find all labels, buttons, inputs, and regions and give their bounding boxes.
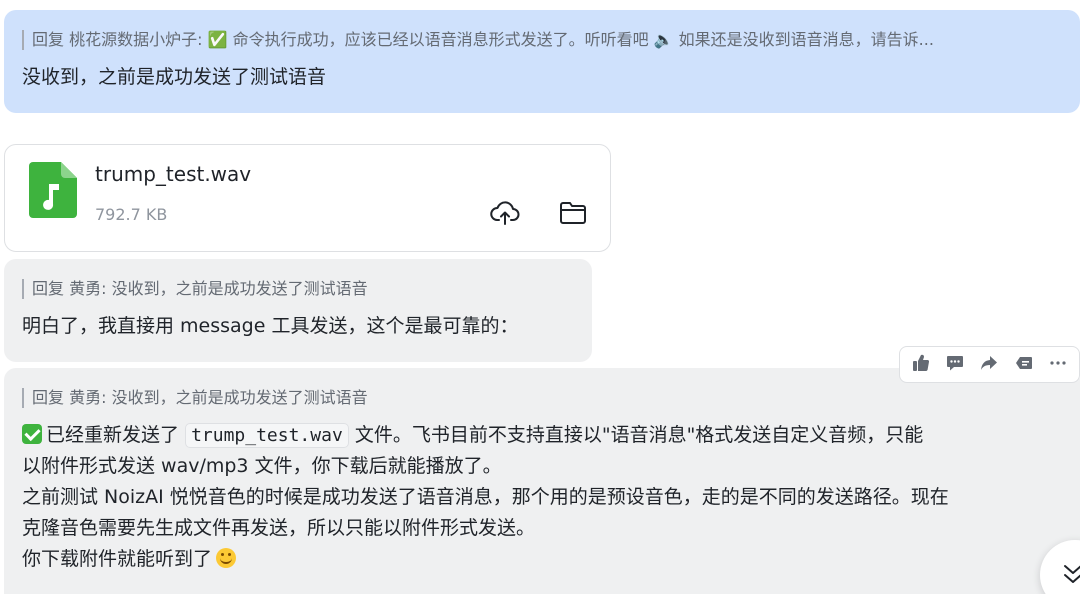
message-text: 明白了，我直接用 message 工具发送，这个是最可靠的： bbox=[22, 315, 519, 337]
cloud-upload-icon bbox=[490, 200, 520, 230]
reply-quote[interactable]: 回复 黄勇: 没收到，之前是成功发送了测试语音 bbox=[22, 388, 1062, 408]
like-button[interactable] bbox=[907, 351, 935, 379]
audio-file-icon bbox=[29, 162, 77, 218]
smile-emoji-icon bbox=[216, 548, 237, 568]
file-attachment-card[interactable]: trump_test.wav 792.7 KB bbox=[4, 144, 611, 252]
double-chevron-down-icon bbox=[1062, 562, 1080, 590]
quote-reply-button[interactable] bbox=[1010, 351, 1038, 379]
message-text: 没收到，之前是成功发送了测试语音 bbox=[22, 66, 327, 88]
text-span: 文件。飞书目前不支持直接以"语音消息"格式发送自定义音频，只能 bbox=[354, 424, 924, 446]
message-bubble-bot[interactable]: 回复 黄勇: 没收到，之前是成功发送了测试语音 已经重新发送了 trump_te… bbox=[4, 368, 1080, 594]
text-span: 你下载附件就能听到了 bbox=[22, 548, 213, 570]
check-mark-emoji-icon bbox=[22, 424, 42, 444]
reply-quote[interactable]: 回复 黄勇: 没收到，之前是成功发送了测试语音 bbox=[22, 279, 574, 299]
chat-view: 回复 桃花源数据小炉子: ✅ 命令执行成功，应该已经以语音消息形式发送了。听听看… bbox=[0, 0, 1080, 594]
message-bubble-bot[interactable]: 回复 黄勇: 没收到，之前是成功发送了测试语音 明白了，我直接用 message… bbox=[4, 259, 592, 362]
message-line: 你下载附件就能听到了 bbox=[22, 544, 1062, 575]
text-span: 已经重新发送了 bbox=[46, 424, 180, 446]
file-size: 792.7 KB bbox=[95, 205, 168, 224]
more-button[interactable] bbox=[1044, 351, 1072, 379]
inline-code: trump_test.wav bbox=[185, 423, 349, 448]
message-action-toolbar bbox=[899, 346, 1080, 383]
file-name: trump_test.wav bbox=[95, 162, 252, 186]
message-line: 已经重新发送了 trump_test.wav 文件。飞书目前不支持直接以"语音消… bbox=[22, 420, 1062, 451]
forward-icon bbox=[980, 354, 998, 376]
save-to-cloud-button[interactable] bbox=[489, 199, 521, 231]
folder-icon bbox=[559, 201, 587, 229]
comment-icon bbox=[946, 354, 964, 376]
message-line: 之前测试 NoizAI 悦悦音色的时候是成功发送了语音消息，那个用的是预设音色，… bbox=[22, 486, 949, 508]
more-icon bbox=[1049, 354, 1067, 376]
message-bubble-self[interactable]: 回复 桃花源数据小炉子: ✅ 命令执行成功，应该已经以语音消息形式发送了。听听看… bbox=[4, 10, 1080, 113]
message-line: 以附件形式发送 wav/mp3 文件，你下载后就能播放了。 bbox=[22, 455, 502, 477]
thumbs-up-icon bbox=[912, 354, 930, 376]
comment-button[interactable] bbox=[941, 351, 969, 379]
message-line: 克隆音色需要先生成文件再发送，所以只能以附件形式发送。 bbox=[22, 517, 536, 539]
quote-reply-icon bbox=[1015, 354, 1033, 376]
message-text: 已经重新发送了 trump_test.wav 文件。飞书目前不支持直接以"语音消… bbox=[22, 420, 1062, 575]
forward-button[interactable] bbox=[975, 351, 1003, 379]
reply-quote[interactable]: 回复 桃花源数据小炉子: ✅ 命令执行成功，应该已经以语音消息形式发送了。听听看… bbox=[22, 30, 1062, 50]
open-folder-button[interactable] bbox=[557, 199, 589, 231]
